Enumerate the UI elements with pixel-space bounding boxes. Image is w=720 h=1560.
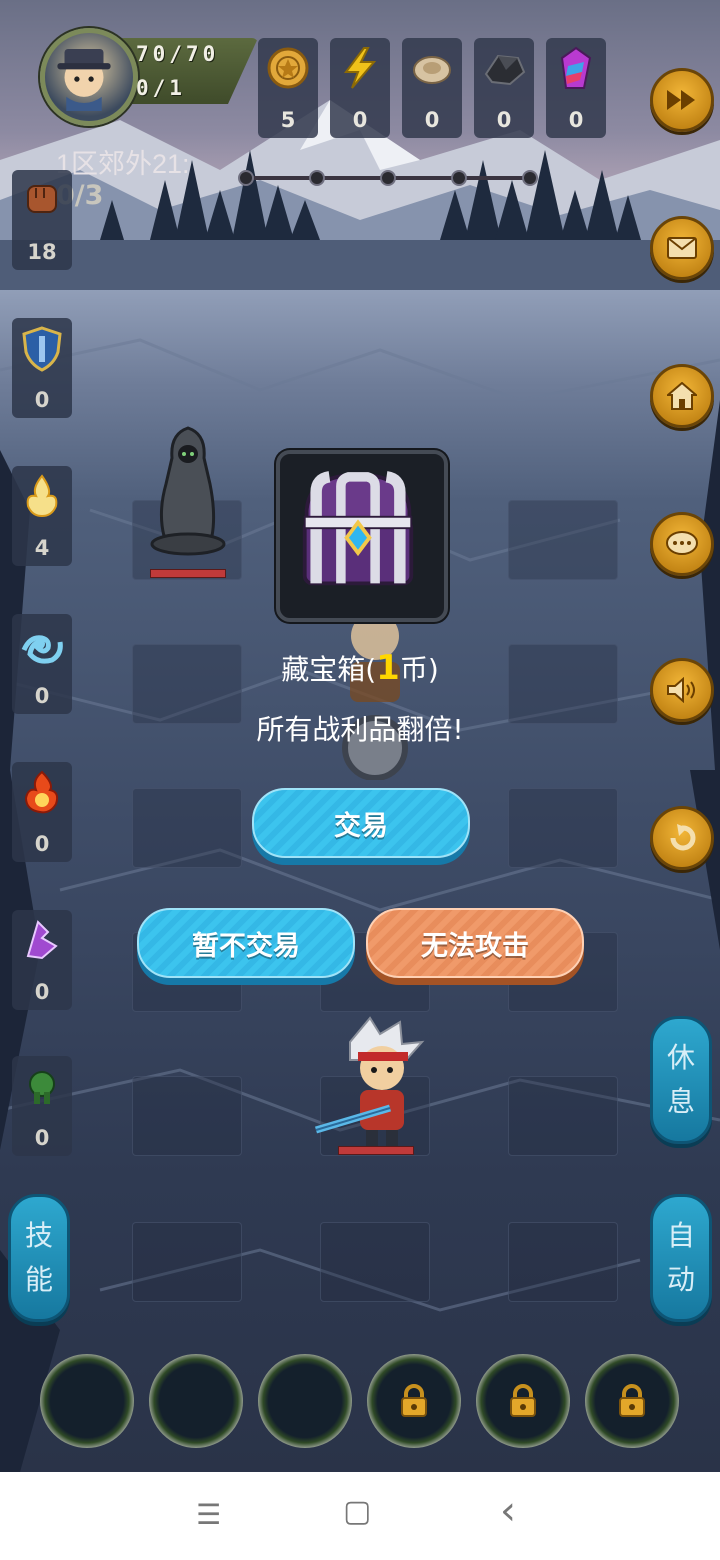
rest-label-1: 休 xyxy=(666,1041,695,1074)
board-cell[interactable] xyxy=(508,788,618,868)
resource-gold[interactable]: 5 xyxy=(258,38,318,138)
board-cell[interactable] xyxy=(320,1222,430,1302)
system-navbar: ☰ ▢ ‹ xyxy=(0,1472,720,1560)
holy-flame-icon xyxy=(26,474,58,518)
mp-value: 0/1 xyxy=(136,76,186,100)
item-price-suffix: 币) xyxy=(399,653,439,686)
sidebar-item-rune[interactable]: 0 xyxy=(12,910,72,1010)
treasure-chest-icon xyxy=(302,471,414,586)
skill-slot-empty[interactable] xyxy=(258,1354,352,1448)
fire-icon xyxy=(24,770,59,814)
energy-count: 0 xyxy=(352,108,368,132)
board-cell[interactable] xyxy=(132,1076,242,1156)
resource-ore[interactable]: 0 xyxy=(474,38,534,138)
mail-icon xyxy=(667,237,697,259)
resource-energy[interactable]: 0 xyxy=(330,38,390,138)
stage-label: 1区郊外21: xyxy=(56,149,190,179)
shell-count: 0 xyxy=(424,108,440,132)
shield-icon xyxy=(22,326,62,372)
board-cell[interactable] xyxy=(508,1076,618,1156)
item-name: 藏宝箱( xyxy=(281,653,377,686)
auto-label-1: 自 xyxy=(666,1219,695,1252)
crystal-icon xyxy=(560,46,592,89)
green-beast-icon xyxy=(29,1071,55,1104)
fast-forward-button[interactable] xyxy=(650,68,714,132)
return-button[interactable] xyxy=(650,806,714,870)
board-cell[interactable] xyxy=(132,788,242,868)
treasure-chest-frame xyxy=(276,450,448,622)
resource-shell[interactable]: 0 xyxy=(402,38,462,138)
hp-value: 70/70 xyxy=(136,42,220,66)
player-avatar[interactable] xyxy=(40,28,138,126)
chat-icon xyxy=(666,531,698,555)
game-scene: 70/70 0/1 5 0 0 0 0 1区郊外21: 0/3 18 0 4 0… xyxy=(0,0,720,1472)
shell-icon xyxy=(413,56,451,84)
cannot-attack-button[interactable]: 无法攻击 xyxy=(366,908,584,978)
auto-button[interactable]: 自 动 xyxy=(650,1194,712,1322)
fist-icon xyxy=(27,185,57,213)
skill-slot-locked[interactable] xyxy=(585,1354,679,1448)
decline-button-label: 暂不交易 xyxy=(192,930,300,962)
ore-icon xyxy=(484,54,526,86)
hero-character[interactable] xyxy=(310,1012,440,1152)
gold-coin-icon xyxy=(267,47,309,89)
attack-button-label: 无法攻击 xyxy=(421,930,529,962)
lock-icon xyxy=(401,1384,427,1417)
fast-forward-icon xyxy=(667,90,695,110)
item-price: 1 xyxy=(376,648,400,688)
board-cell[interactable] xyxy=(508,1222,618,1302)
sidebar-item-fire[interactable]: 0 xyxy=(12,762,72,862)
sidebar-item-attack[interactable]: 18 xyxy=(12,170,72,270)
purple-rune-icon xyxy=(26,920,58,960)
skill-button[interactable]: 技 能 xyxy=(8,1194,70,1322)
stage-progress-track xyxy=(238,170,538,186)
holy-value: 4 xyxy=(34,536,50,560)
lock-icon xyxy=(619,1384,645,1417)
trade-button-label: 交易 xyxy=(334,810,388,842)
board-cell[interactable] xyxy=(132,1222,242,1302)
rest-label-2: 息 xyxy=(666,1085,695,1118)
skill-slot-empty[interactable] xyxy=(149,1354,243,1448)
defense-value: 0 xyxy=(34,388,50,412)
skill-label-2: 能 xyxy=(24,1263,53,1296)
rest-button[interactable]: 休 息 xyxy=(650,1016,712,1144)
attack-value: 18 xyxy=(27,240,57,264)
back-icon[interactable]: ‹ xyxy=(500,1488,516,1534)
dialog-description: 所有战利品翻倍! xyxy=(256,713,464,746)
rune-value: 0 xyxy=(34,980,50,1004)
gold-count: 5 xyxy=(280,108,296,132)
home-icon xyxy=(667,382,697,410)
sidebar-item-beast[interactable]: 0 xyxy=(12,1056,72,1156)
auto-label-2: 动 xyxy=(666,1263,695,1296)
skill-slot-locked[interactable] xyxy=(476,1354,570,1448)
trade-button[interactable]: 交易 xyxy=(252,788,470,858)
home-button[interactable] xyxy=(650,364,714,428)
mail-button[interactable] xyxy=(650,216,714,280)
skill-slot-locked[interactable] xyxy=(367,1354,461,1448)
sidebar-item-holy[interactable]: 4 xyxy=(12,466,72,566)
lock-icon xyxy=(510,1384,536,1417)
skill-label-1: 技 xyxy=(24,1219,53,1252)
decline-trade-button[interactable]: 暂不交易 xyxy=(137,908,355,978)
lightning-icon xyxy=(344,47,377,89)
hooded-statue-enemy[interactable] xyxy=(146,424,230,560)
sidebar-item-defense[interactable]: 0 xyxy=(12,318,72,418)
fire-value: 0 xyxy=(34,832,50,856)
resource-crystal[interactable]: 0 xyxy=(546,38,606,138)
home-nav-icon[interactable]: ▢ xyxy=(343,1494,371,1529)
beast-value: 0 xyxy=(34,1126,50,1150)
enemy-health-bar xyxy=(150,569,226,578)
chat-button[interactable] xyxy=(650,512,714,576)
crystal-count: 0 xyxy=(568,108,584,132)
ore-count: 0 xyxy=(496,108,512,132)
menu-icon[interactable]: ☰ xyxy=(196,1498,221,1531)
hero-portrait-icon xyxy=(57,48,111,111)
dialog-title: 藏宝箱(1币) xyxy=(0,648,720,688)
board-cell[interactable] xyxy=(508,500,618,580)
hero-health-bar xyxy=(338,1146,414,1155)
return-icon xyxy=(670,824,696,851)
skill-slot-empty[interactable] xyxy=(40,1354,134,1448)
